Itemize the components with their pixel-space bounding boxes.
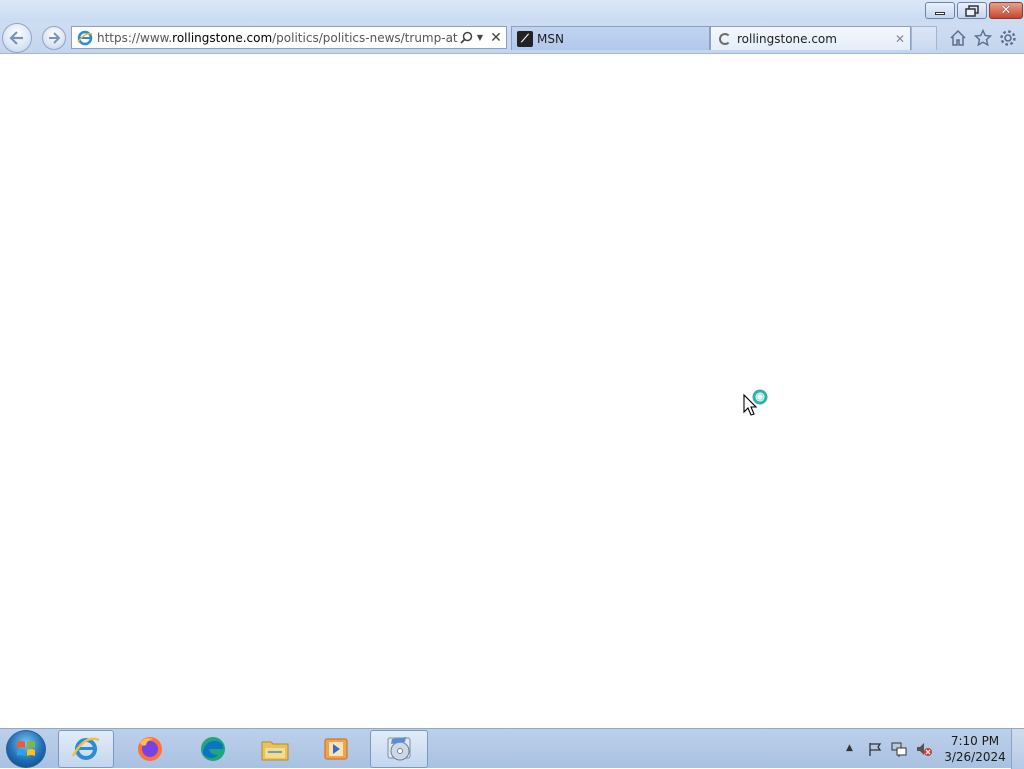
taskbar-firefox[interactable]: [122, 730, 178, 768]
title-bar[interactable]: ✕: [0, 0, 1024, 22]
folder-icon: [261, 741, 289, 761]
show-hidden-icons-button[interactable]: ▲: [846, 743, 853, 753]
minimize-button[interactable]: [925, 2, 955, 19]
clock[interactable]: 7:10 PM 3/26/2024: [940, 733, 1010, 765]
home-icon[interactable]: [948, 28, 968, 48]
dvd-maker-icon: [387, 737, 411, 761]
favorites-star-icon[interactable]: [973, 28, 993, 48]
address-url[interactable]: https://www.rollingstone.com/politics/po…: [97, 31, 458, 45]
ie-page-icon: [76, 29, 94, 47]
tab-label: rollingstone.com: [737, 31, 837, 46]
stop-icon[interactable]: ✕: [486, 29, 506, 47]
url-domain: rollingstone.com: [172, 30, 273, 45]
tab-label: MSN: [537, 31, 564, 46]
taskbar-edge[interactable]: [185, 730, 241, 768]
windows-logo-icon: [17, 741, 35, 756]
close-icon: ✕: [1000, 3, 1012, 18]
forward-button[interactable]: [42, 26, 66, 50]
taskbar-media-player[interactable]: [308, 730, 364, 768]
restore-button[interactable]: [957, 2, 987, 19]
page-content[interactable]: [0, 54, 1024, 728]
minimize-icon: [935, 12, 945, 15]
navigation-bar: https://www.rollingstone.com/politics/po…: [0, 22, 1024, 54]
url-prefix: https://www.: [97, 30, 173, 45]
edge-icon: [201, 737, 225, 761]
restore-icon: [965, 4, 979, 17]
url-path: /politics/politics-news/trump-attacks: [272, 30, 458, 45]
tab-rollingstone[interactable]: rollingstone.com ✕: [710, 26, 911, 50]
search-icon[interactable]: [458, 29, 474, 47]
tab-msn[interactable]: ⟋ MSN: [511, 26, 710, 50]
new-tab-button[interactable]: [911, 26, 937, 50]
close-window-button[interactable]: ✕: [989, 2, 1023, 19]
browser-window: ✕ https://www.rollingstone.com/politics/…: [0, 0, 1024, 728]
tools-gear-icon[interactable]: [998, 28, 1018, 48]
start-button[interactable]: [6, 730, 46, 768]
clock-time: 7:10 PM: [950, 734, 1000, 748]
chevron-down-icon[interactable]: ▼: [474, 29, 486, 47]
action-center-flag-icon[interactable]: [867, 741, 883, 757]
media-player-icon: [324, 738, 348, 760]
msn-icon: ⟋: [517, 30, 533, 47]
taskbar-dvd-maker[interactable]: [370, 730, 428, 768]
internet-explorer-icon: [71, 737, 100, 760]
address-bar[interactable]: https://www.rollingstone.com/politics/po…: [71, 26, 507, 49]
show-desktop-button[interactable]: [1011, 729, 1024, 769]
taskbar: ▲ 7:10 PM 3/26/2024: [0, 728, 1024, 769]
firefox-icon: [138, 737, 162, 761]
taskbar-file-explorer[interactable]: [247, 730, 303, 768]
tab-close-icon[interactable]: ✕: [895, 32, 905, 46]
back-button[interactable]: [2, 23, 32, 53]
busy-cursor-icon: [743, 389, 768, 416]
volume-muted-icon[interactable]: [916, 741, 932, 757]
system-tray: ▲ 7:10 PM 3/26/2024: [840, 729, 1024, 769]
taskbar-internet-explorer[interactable]: [58, 730, 114, 768]
back-arrow-icon: [9, 31, 23, 45]
loading-spinner-icon: [719, 32, 731, 45]
forward-arrow-icon: [49, 32, 61, 44]
clock-date: 3/26/2024: [944, 750, 1006, 764]
network-icon[interactable]: [891, 741, 907, 757]
